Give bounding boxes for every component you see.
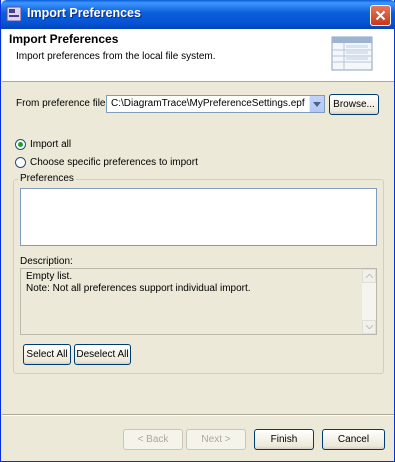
preferences-group-title: Preferences	[18, 173, 76, 184]
deselect-all-button[interactable]: Deselect All	[74, 344, 131, 365]
back-button[interactable]: < Back	[123, 429, 183, 450]
wizard-banner: Import Preferences Import preferences fr…	[2, 29, 394, 82]
preference-file-combo[interactable]: C:\DiagramTrace\MyPreferenceSettings.epf	[106, 95, 325, 113]
chevron-down-icon	[313, 101, 321, 107]
description-text: Empty list. Note: Not all preferences su…	[26, 271, 251, 295]
window-title: Import Preferences	[27, 6, 141, 20]
page-title: Import Preferences	[9, 32, 119, 46]
choose-specific-radio[interactable]	[15, 157, 26, 168]
import-preferences-dialog: Import Preferences Import Preferences Im…	[0, 0, 395, 462]
file-label: From preference file:	[16, 98, 109, 109]
scroll-down-button[interactable]	[362, 320, 376, 334]
cancel-button[interactable]: Cancel	[322, 429, 385, 450]
next-button[interactable]: Next >	[186, 429, 246, 450]
preferences-list[interactable]	[20, 188, 377, 246]
select-all-button[interactable]: Select All	[23, 344, 71, 365]
title-bar[interactable]: Import Preferences	[1, 0, 395, 29]
chevron-down-icon	[365, 325, 373, 329]
finish-button[interactable]: Finish	[254, 429, 314, 450]
chevron-up-icon	[365, 274, 373, 278]
import-all-label[interactable]: Import all	[30, 139, 71, 150]
description-text-area[interactable]: Empty list. Note: Not all preferences su…	[20, 268, 377, 335]
description-scrollbar[interactable]	[362, 269, 376, 334]
close-icon	[375, 10, 386, 21]
description-label: Description:	[20, 256, 73, 267]
browse-button[interactable]: Browse...	[329, 94, 379, 115]
page-description: Import preferences from the local file s…	[16, 51, 216, 62]
description-line-2: Note: Not all preferences support indivi…	[26, 283, 251, 294]
footer-divider	[2, 414, 394, 416]
preferences-table-icon	[331, 36, 373, 71]
scroll-up-button[interactable]	[362, 269, 376, 283]
preference-file-value: C:\DiagramTrace\MyPreferenceSettings.epf	[111, 98, 305, 109]
choose-specific-label[interactable]: Choose specific preferences to import	[30, 157, 198, 168]
import-all-radio[interactable]	[15, 139, 26, 150]
eclipse-app-icon	[6, 6, 22, 22]
description-line-1: Empty list.	[26, 271, 73, 282]
close-button[interactable]	[370, 5, 391, 26]
combo-dropdown-button[interactable]	[309, 96, 324, 112]
